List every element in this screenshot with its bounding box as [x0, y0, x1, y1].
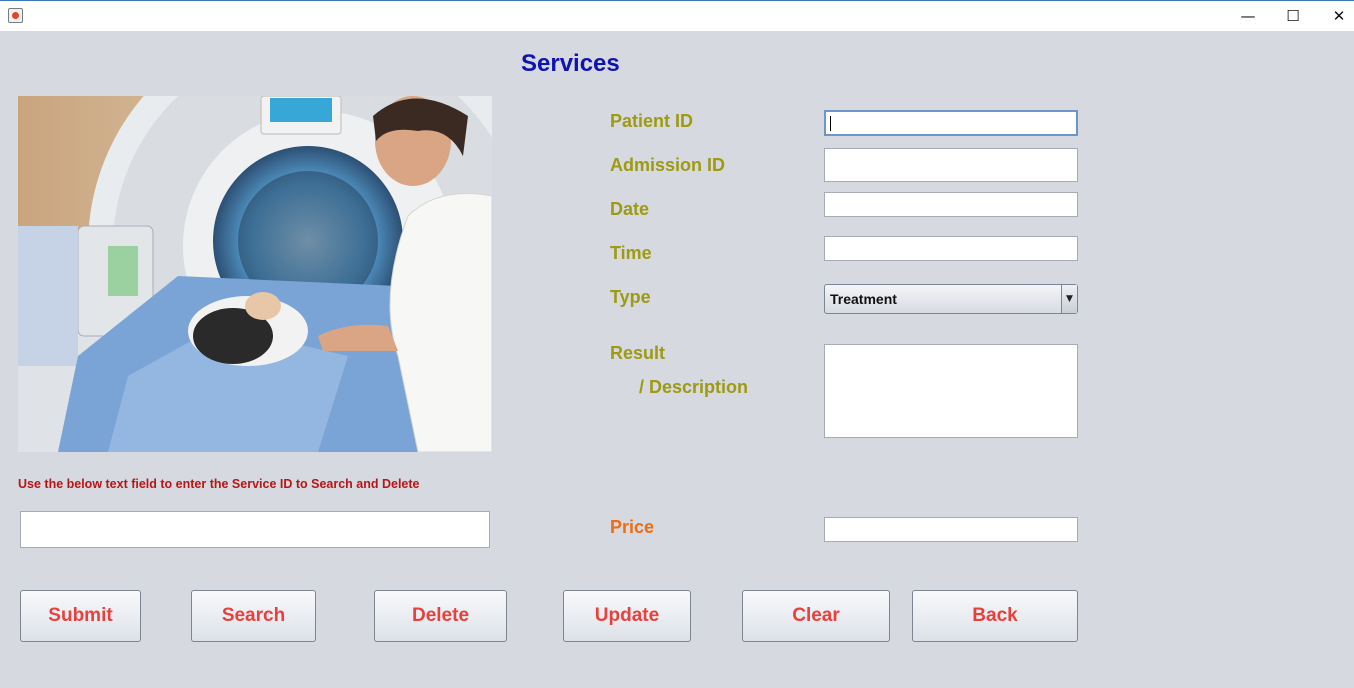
price-input[interactable]	[824, 517, 1078, 542]
maximize-icon: ☐	[1286, 7, 1300, 25]
time-input[interactable]	[824, 236, 1078, 261]
back-button[interactable]: Back	[912, 590, 1078, 642]
type-selected-value: Treatment	[830, 291, 897, 307]
delete-button[interactable]: Delete	[374, 590, 507, 642]
update-button[interactable]: Update	[563, 590, 691, 642]
close-window-button[interactable]: ✕	[1316, 1, 1354, 31]
chevron-down-icon[interactable]: ▼	[1061, 285, 1077, 313]
close-icon: ✕	[1332, 7, 1346, 25]
type-dropdown[interactable]: Treatment ▼	[824, 284, 1078, 314]
date-label: Date	[610, 199, 650, 219]
price-label: Price	[610, 517, 655, 537]
ct-scanner-photo	[18, 96, 492, 452]
result-label: Result	[610, 343, 666, 363]
java-app-icon	[8, 8, 23, 23]
search-hint-text: Use the below text field to enter the Se…	[18, 477, 420, 491]
time-label: Time	[610, 243, 652, 263]
type-label: Type	[610, 287, 651, 307]
minimize-icon: —	[1240, 7, 1256, 25]
service-id-input[interactable]	[20, 511, 490, 548]
maximize-button[interactable]: ☐	[1270, 1, 1316, 31]
patient-id-input[interactable]	[824, 110, 1078, 136]
admission-id-label: Admission ID	[610, 155, 726, 175]
text-caret	[830, 116, 831, 131]
minimize-button[interactable]: —	[1225, 1, 1271, 31]
search-button[interactable]: Search	[191, 590, 316, 642]
description-label: / Description	[639, 377, 749, 397]
clear-button[interactable]: Clear	[742, 590, 890, 642]
admission-id-input[interactable]	[824, 148, 1078, 182]
window-titlebar: — ☐ ✕	[0, 0, 1354, 31]
patient-id-label: Patient ID	[610, 111, 694, 131]
result-description-textarea[interactable]	[824, 344, 1078, 438]
submit-button[interactable]: Submit	[20, 590, 141, 642]
page-title: Services	[521, 50, 620, 77]
date-input[interactable]	[824, 192, 1078, 217]
